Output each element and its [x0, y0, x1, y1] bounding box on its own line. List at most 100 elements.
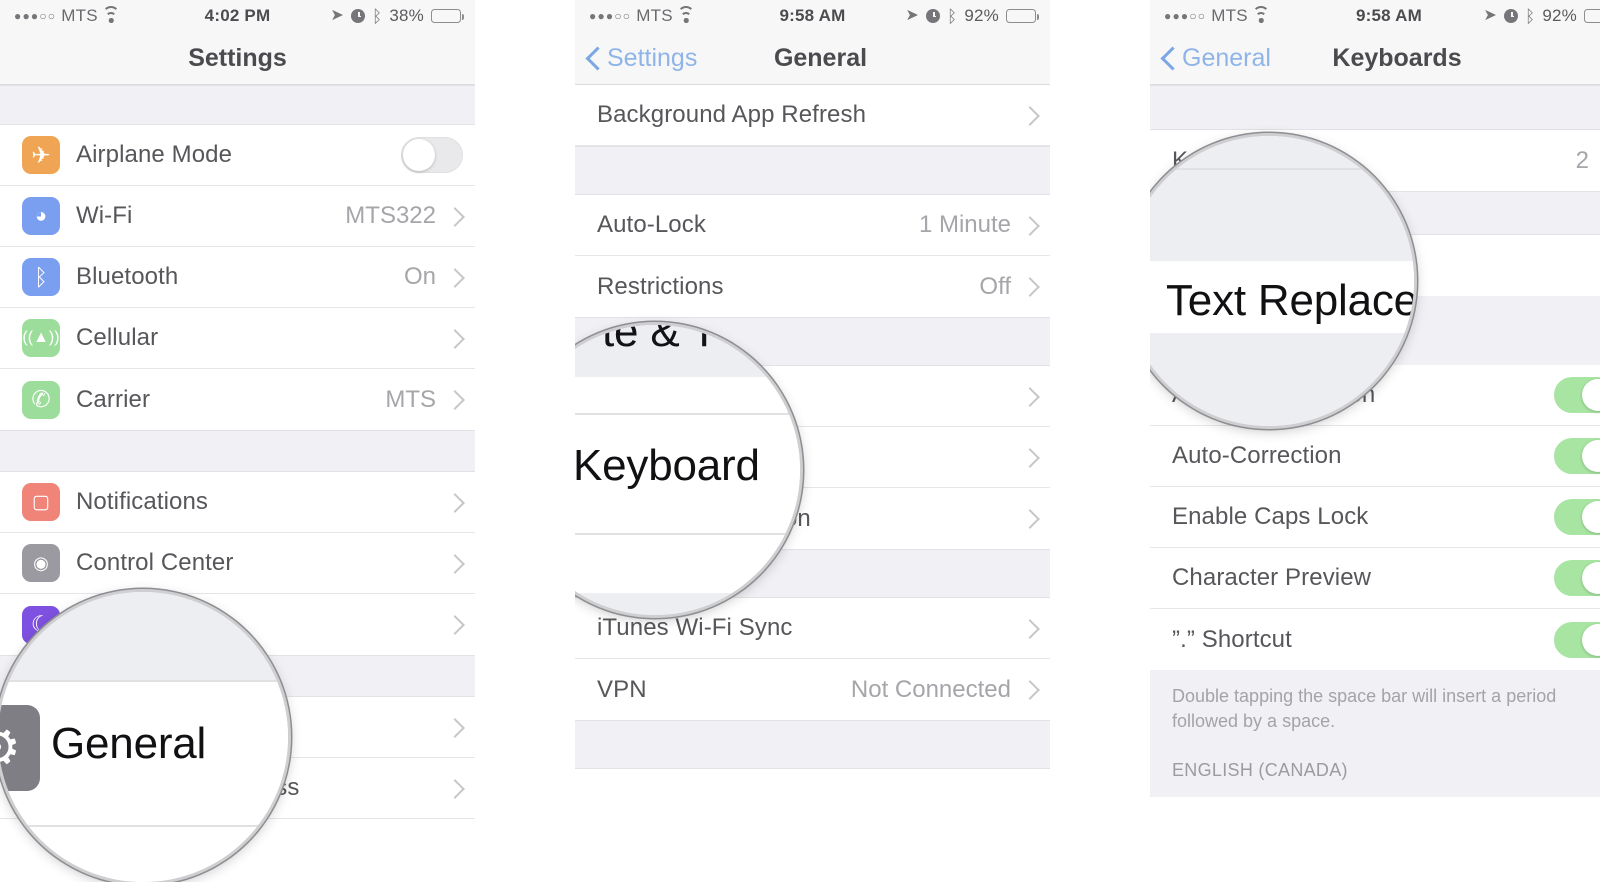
row-value: MTS [385, 385, 436, 413]
enable-caps-lock-toggle[interactable] [1554, 499, 1600, 535]
period-shortcut-toggle[interactable] [1554, 621, 1600, 658]
page-title: Settings [188, 43, 287, 72]
signal-dots-icon: ●●●○○ [14, 9, 57, 23]
row-value: 2 [1575, 146, 1589, 174]
back-button-label: General [1182, 43, 1271, 72]
row-label: Airplane Mode [76, 141, 233, 168]
nav-bar: Settings [0, 32, 475, 85]
footnote-text: Double tapping the space bar will insert… [1150, 670, 1600, 744]
settings-row-wifi[interactable]: ◕ Wi-Fi MTS322 [0, 186, 475, 247]
auto-capitalization-toggle[interactable] [1554, 377, 1600, 413]
bluetooth-icon: ᛒ [946, 6, 958, 26]
auto-correction-toggle[interactable] [1554, 438, 1600, 474]
three-panel-screenshot: ●●●○○ MTS 4:02 PM ➤ ᛒ 38% Settings ✈ Air… [0, 0, 1600, 882]
row-label: Background App Refresh [597, 101, 867, 128]
gear-icon: ⚙ [0, 721, 21, 775]
clock-label: 4:02 PM [204, 6, 271, 25]
phone-icon: ✆ [22, 380, 60, 419]
settings-row-carrier[interactable]: ✆ Carrier MTS [0, 369, 475, 430]
keyboards-toggle-row-enable-caps-lock[interactable]: Enable Caps Lock [1150, 487, 1600, 548]
general-row-vpn[interactable]: VPN Not Connected [575, 659, 1050, 720]
location-arrow-icon: ➤ [1483, 7, 1497, 24]
chevron-right-icon [1023, 680, 1034, 699]
magnifier-general: ⚙ General [0, 592, 288, 882]
keyboards-toggle-row-character-preview[interactable]: Character Preview [1150, 548, 1600, 609]
chevron-right-icon [448, 615, 459, 634]
wifi-icon [677, 5, 695, 23]
magnifier-text-replacement: Text Replacement [1150, 136, 1414, 426]
general-row-auto-lock[interactable]: Auto-Lock 1 Minute [575, 195, 1050, 256]
back-button-general[interactable]: General [1162, 44, 1271, 73]
nav-bar: Settings General [575, 32, 1050, 85]
chevron-left-icon [587, 47, 600, 70]
row-value: Not Connected [850, 675, 1011, 703]
chevron-right-icon [1023, 387, 1034, 406]
battery-icon [431, 9, 465, 23]
settings-row-notifications[interactable]: ▢ Notifications [0, 472, 475, 533]
chevron-right-icon [1023, 509, 1034, 528]
row-label: Notifications [76, 488, 209, 515]
wifi-icon: ◕ [22, 197, 60, 235]
chevron-right-icon [448, 554, 459, 573]
chevron-right-icon [448, 207, 459, 226]
airplane-icon: ✈ [22, 136, 60, 174]
battery-percent-label: 38% [389, 6, 424, 25]
keyboards-toggle-row-auto-correction[interactable]: Auto-Correction [1150, 426, 1600, 487]
panel-keyboards: ●●●○○ MTS 9:58 AM ➤ ᛒ 92% General Keyboa… [1150, 0, 1600, 882]
row-value: 1 Minute [918, 211, 1011, 238]
bluetooth-icon: ᛒ [22, 258, 60, 296]
wifi-icon [102, 5, 120, 23]
airplane-mode-toggle[interactable] [401, 137, 463, 173]
magnified-label: Text Replacement [1166, 276, 1414, 325]
row-label: Bluetooth [76, 263, 179, 290]
settings-row-airplane-mode[interactable]: ✈ Airplane Mode [0, 125, 475, 186]
row-value: MTS322 [345, 202, 436, 229]
magnified-label: General [51, 719, 207, 768]
magnifier-keyboard: te & T Keyboard [575, 325, 800, 615]
settings-row-bluetooth[interactable]: ᛒ Bluetooth On [0, 247, 475, 308]
status-bar: ●●●○○ MTS 4:02 PM ➤ ᛒ 38% [0, 0, 475, 32]
section-header-english-canada: ENGLISH (CANADA) [1150, 743, 1600, 797]
settings-row-control-center[interactable]: ◉ Control Center [0, 533, 475, 594]
battery-percent-label: 92% [964, 6, 999, 25]
bluetooth-icon: ᛒ [1524, 6, 1536, 26]
back-button-settings[interactable]: Settings [587, 44, 697, 73]
signal-dots-icon: ●●●○○ [589, 9, 632, 23]
signal-dots-icon: ●●●○○ [1164, 9, 1207, 23]
notifications-icon: ▢ [22, 483, 60, 521]
row-label: iTunes Wi-Fi Sync [597, 614, 793, 641]
magnified-label: Keyboard [575, 441, 760, 490]
list-spacer [0, 430, 475, 472]
location-arrow-icon: ➤ [905, 7, 919, 24]
status-bar: ●●●○○ MTS 9:58 AM ➤ ᛒ 92% [575, 0, 1050, 32]
settings-row-cellular[interactable]: ((▲)) Cellular [0, 308, 475, 369]
clock-label: 9:58 AM [779, 6, 846, 25]
status-bar: ●●●○○ MTS 9:58 AM ➤ ᛒ 92% [1150, 0, 1600, 32]
list-spacer [0, 85, 475, 125]
wifi-icon [1252, 5, 1270, 23]
panel-settings: ●●●○○ MTS 4:02 PM ➤ ᛒ 38% Settings ✈ Air… [0, 0, 475, 882]
location-arrow-icon: ➤ [330, 7, 344, 24]
battery-icon [1006, 9, 1040, 23]
clock-label: 9:58 AM [1356, 6, 1422, 25]
row-label: Cellular [76, 324, 159, 351]
list-spacer [575, 720, 1050, 769]
keyboards-toggle-row-period-shortcut[interactable]: ”.” Shortcut [1150, 609, 1600, 670]
general-row-background-app-refresh[interactable]: Background App Refresh [575, 85, 1050, 146]
row-label: ”.” Shortcut [1172, 625, 1292, 653]
carrier-label: MTS [1211, 6, 1248, 25]
chevron-right-icon [1023, 619, 1034, 638]
alarm-clock-icon [350, 9, 365, 23]
chevron-right-icon [448, 268, 459, 287]
chevron-right-icon [448, 390, 459, 409]
chevron-right-icon [1023, 448, 1034, 467]
row-value: On [403, 263, 436, 290]
carrier-label: MTS [636, 6, 673, 25]
chevron-right-icon [448, 779, 459, 798]
row-label: VPN [597, 675, 647, 703]
character-preview-toggle[interactable] [1554, 560, 1600, 596]
back-button-label: Settings [607, 43, 698, 72]
chevron-right-icon [448, 718, 459, 737]
row-value: Off [979, 272, 1011, 300]
general-row-restrictions[interactable]: Restrictions Off [575, 256, 1050, 317]
